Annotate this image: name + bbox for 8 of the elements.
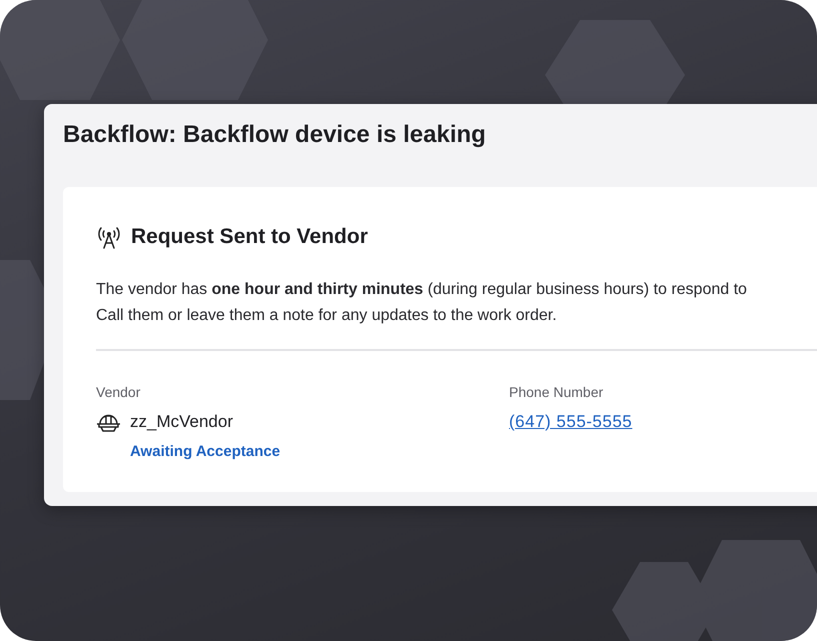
card-heading: Request Sent to Vendor: [131, 225, 368, 249]
vendor-name: zz_McVendor: [130, 412, 233, 432]
vendor-status: Awaiting Acceptance: [130, 443, 280, 460]
phone-label: Phone Number: [509, 383, 604, 402]
phone-link[interactable]: (647) 555-5555: [509, 410, 632, 434]
message-text: The vendor has one hour and thirty minutes (during regular business hours) to respond to Call them or leave them a note for any updates to the work order.: [96, 280, 748, 326]
page-title: Backflow: Backflow device is leaking: [62, 120, 487, 150]
vendor-label: Vendor: [96, 383, 140, 402]
